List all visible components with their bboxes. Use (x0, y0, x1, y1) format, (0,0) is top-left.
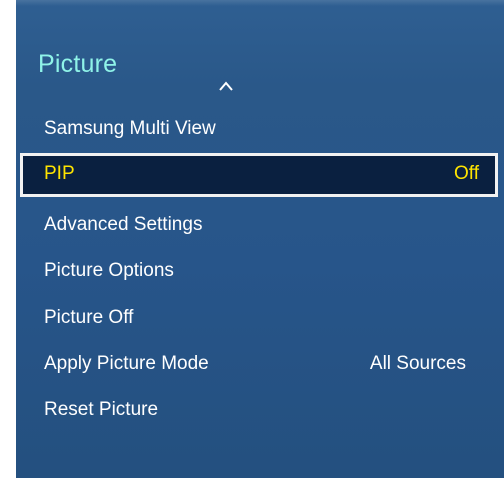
menu-item-apply-picture-mode[interactable]: Apply Picture Mode All Sources (16, 343, 504, 387)
menu-item-advanced-settings[interactable]: Advanced Settings (16, 204, 504, 248)
menu-item-label: Reset Picture (44, 399, 159, 420)
menu-item-label: Apply Picture Mode (44, 353, 209, 374)
menu-item-pip[interactable]: PIP Off (20, 153, 498, 197)
picture-menu-panel: Picture Samsung Multi View PIP Off Advan… (16, 0, 504, 478)
chevron-up-icon[interactable] (218, 80, 234, 92)
menu-item-value: Off (454, 163, 479, 184)
menu-item-label: Advanced Settings (44, 214, 203, 235)
menu-item-reset-picture[interactable]: Reset Picture (16, 389, 504, 433)
menu-item-picture-off[interactable]: Picture Off (16, 297, 504, 341)
menu-title: Picture (38, 50, 118, 78)
menu-item-label: Samsung Multi View (44, 118, 216, 139)
menu-item-picture-options[interactable]: Picture Options (16, 250, 504, 294)
menu-item-value: All Sources (369, 353, 466, 374)
menu-item-label: Picture Options (44, 260, 174, 281)
menu-item-label: Picture Off (44, 307, 134, 328)
menu-item-samsung-multi-view[interactable]: Samsung Multi View (16, 108, 504, 152)
menu-item-label: PIP (44, 163, 75, 184)
